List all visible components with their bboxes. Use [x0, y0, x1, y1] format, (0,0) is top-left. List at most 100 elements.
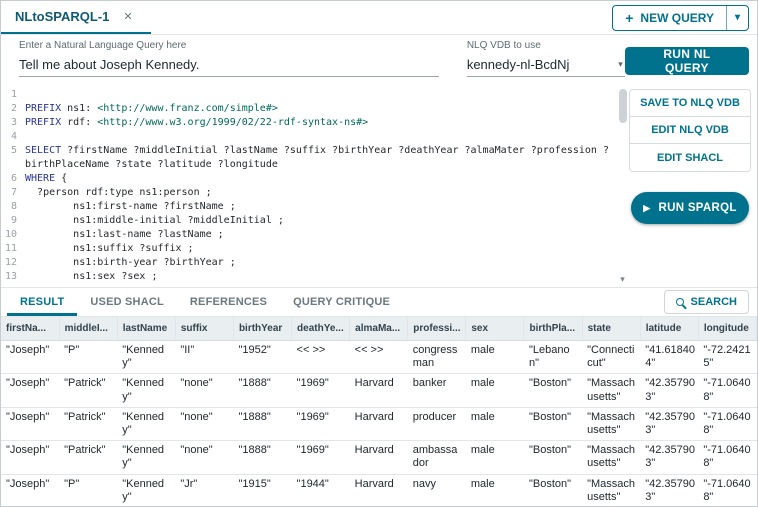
code-text: [25, 130, 615, 144]
column-header[interactable]: state: [582, 317, 640, 341]
cell: "Joseph": [1, 441, 59, 474]
code-text: ns1:last-name ?lastName ;: [25, 228, 615, 242]
nl-query-label: Enter a Natural Language Query here: [19, 40, 439, 51]
cell: "Kennedy": [117, 474, 175, 507]
code-text: PREFIX rdf: <http://www.w3.org/1999/02/2…: [25, 116, 615, 130]
cell: "none": [175, 407, 233, 440]
cell: "P": [59, 474, 117, 507]
editor-line: 6WHERE {: [1, 172, 615, 186]
nl-query-input[interactable]: [19, 54, 439, 77]
editor-line: 9 ns1:middle-initial ?middleInitial ;: [1, 214, 615, 228]
line-number: 6: [1, 172, 25, 186]
cell: "-71.06408": [698, 407, 756, 440]
chevron-down-icon[interactable]: ▾: [727, 6, 748, 30]
column-header[interactable]: longitude: [698, 317, 756, 341]
cell: male: [466, 341, 524, 374]
vdb-select[interactable]: kennedy-nl-BcdNj ▾: [467, 54, 625, 77]
cell: navy: [408, 474, 466, 507]
code-text: ns1:first-name ?firstName ;: [25, 200, 615, 214]
cell: "Patrick": [59, 441, 117, 474]
line-number: 12: [1, 256, 25, 270]
column-header[interactable]: deathYe...: [292, 317, 350, 341]
run-sparql-button[interactable]: ▶ RUN SPARQL: [631, 192, 749, 224]
column-header[interactable]: birthPla...: [524, 317, 582, 341]
cell: "1969": [292, 374, 350, 407]
cell: << >>: [350, 341, 408, 374]
tab-query-critique[interactable]: QUERY CRITIQUE: [280, 288, 403, 316]
tab-used-shacl[interactable]: USED SHACL: [77, 288, 177, 316]
run-sparql-label: RUN SPARQL: [659, 202, 737, 214]
editor-line: 13 ns1:sex ?sex ;: [1, 270, 615, 284]
sparql-editor[interactable]: 1 2PREFIX ns1: <http://www.franz.com/sim…: [1, 85, 629, 287]
table-row[interactable]: "Joseph""Patrick""Kennedy""none""1888""1…: [1, 374, 757, 407]
cell: "1944": [292, 474, 350, 507]
code-text: ns1:birth-year ?birthYear ;: [25, 256, 615, 270]
cell: "1969": [292, 441, 350, 474]
line-number: 4: [1, 130, 25, 144]
line-number: 1: [1, 88, 25, 102]
new-query-label: NEW QUERY: [640, 11, 714, 25]
search-button[interactable]: SEARCH: [664, 290, 749, 314]
cell: "-71.06408": [698, 374, 756, 407]
editor-line: 11 ns1:suffix ?suffix ;: [1, 242, 615, 256]
cell: male: [466, 374, 524, 407]
close-tab-icon[interactable]: ✕: [123, 10, 132, 23]
line-number: 7: [1, 186, 25, 200]
code-text: PREFIX ns1: <http://www.franz.com/simple…: [25, 102, 615, 116]
edit-nlq-vdb-button[interactable]: EDIT NLQ VDB: [630, 117, 750, 144]
column-header[interactable]: birthYear: [233, 317, 291, 341]
nl-query-field: Enter a Natural Language Query here: [19, 40, 439, 77]
divider: [726, 6, 727, 30]
editor-line: 5SELECT ?firstName ?middleInitial ?lastN…: [1, 144, 615, 172]
cell: "P": [59, 341, 117, 374]
column-header[interactable]: latitude: [640, 317, 698, 341]
table-row[interactable]: "Joseph""P""Kennedy""Jr""1915""1944"Harv…: [1, 474, 757, 507]
cell: Harvard: [350, 474, 408, 507]
column-header[interactable]: professi...: [408, 317, 466, 341]
cell: "Lebanon": [524, 341, 582, 374]
cell: "Boston": [524, 441, 582, 474]
cell: "-71.06408": [698, 441, 756, 474]
cell: "Patrick": [59, 374, 117, 407]
run-nl-query-button[interactable]: RUN NL QUERY: [625, 47, 749, 75]
side-button-group: SAVE TO NLQ VDB EDIT NLQ VDB EDIT SHACL: [629, 89, 751, 172]
table-row[interactable]: "Joseph""P""Kennedy""II""1952"<< >><< >>…: [1, 341, 757, 374]
code-text: ?person rdf:type ns1:person ;: [25, 186, 615, 200]
cell: "Massachusetts": [582, 474, 640, 507]
column-header[interactable]: almaMa...: [350, 317, 408, 341]
cell: "41.618404": [640, 341, 698, 374]
new-query-button[interactable]: + NEW QUERY ▾: [612, 5, 749, 31]
line-number: 5: [1, 144, 25, 172]
cell: "Massachusetts": [582, 407, 640, 440]
main-row: 1 2PREFIX ns1: <http://www.franz.com/sim…: [1, 85, 757, 287]
save-to-nlq-vdb-button[interactable]: SAVE TO NLQ VDB: [630, 90, 750, 117]
cell: "Connecticut": [582, 341, 640, 374]
query-form: Enter a Natural Language Query here NLQ …: [1, 35, 757, 85]
cell: "1888": [233, 374, 291, 407]
table-row[interactable]: "Joseph""Patrick""Kennedy""none""1888""1…: [1, 441, 757, 474]
column-header[interactable]: lastName: [117, 317, 175, 341]
cell: "42.357903": [640, 407, 698, 440]
editor-line: 1: [1, 88, 615, 102]
editor-line: 4: [1, 130, 615, 144]
tab-result[interactable]: RESULT: [7, 288, 77, 316]
scrollbar-thumb[interactable]: [619, 89, 627, 123]
column-header[interactable]: middleI...: [59, 317, 117, 341]
cell: "Boston": [524, 374, 582, 407]
code-text: WHERE {: [25, 172, 615, 186]
editor-scrollbar[interactable]: ▾: [617, 87, 628, 285]
edit-shacl-button[interactable]: EDIT SHACL: [630, 144, 750, 171]
search-icon: [676, 298, 684, 306]
cell: "II": [175, 341, 233, 374]
tab-nltosparql[interactable]: NLtoSPARQL-1 ✕: [1, 1, 151, 34]
table-row[interactable]: "Joseph""Patrick""Kennedy""none""1888""1…: [1, 407, 757, 440]
tab-references[interactable]: REFERENCES: [177, 288, 280, 316]
column-header[interactable]: firstNa...: [1, 317, 59, 341]
column-header[interactable]: sex: [466, 317, 524, 341]
code-text: ns1:sex ?sex ;: [25, 270, 615, 284]
scroll-down-icon[interactable]: ▾: [617, 274, 628, 285]
column-header[interactable]: suffix: [175, 317, 233, 341]
cell: male: [466, 407, 524, 440]
cell: "Kennedy": [117, 407, 175, 440]
new-query-main[interactable]: + NEW QUERY: [613, 6, 726, 30]
